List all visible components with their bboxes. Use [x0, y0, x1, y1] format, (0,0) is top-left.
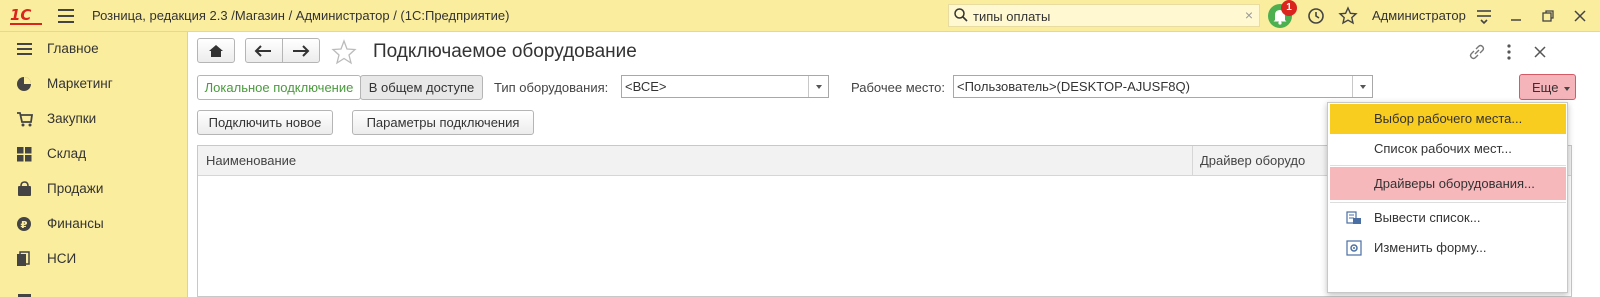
- partial-item-icon: [18, 294, 31, 297]
- cart-icon: [17, 112, 33, 127]
- column-header-driver[interactable]: Драйвер оборудо: [1200, 153, 1305, 168]
- sidebar-item-label: Закупки: [47, 111, 97, 126]
- back-arrow-icon[interactable]: [253, 44, 273, 58]
- page-title: Подключаемое оборудование: [373, 41, 637, 62]
- menu-item-label: Вывести список...: [1374, 210, 1481, 225]
- app-title: Розница, редакция 2.3 /Магазин / Админис…: [92, 8, 510, 23]
- form-settings-icon: [1346, 240, 1362, 256]
- chevron-down-icon[interactable]: [808, 76, 828, 97]
- sidebar-item-label: НСИ: [47, 251, 77, 266]
- chevron-down-icon: [1564, 87, 1570, 91]
- close-form-icon[interactable]: [1532, 44, 1548, 60]
- sidebar-item-purchases[interactable]: Закупки: [0, 104, 188, 134]
- books-icon: [17, 251, 30, 266]
- equipment-type-value: <ВСЕ>: [625, 79, 667, 94]
- user-name[interactable]: Администратор: [1372, 8, 1466, 23]
- menu-item-label: Изменить форму...: [1374, 240, 1487, 255]
- connection-params-button[interactable]: Параметры подключения: [352, 110, 534, 135]
- add-to-favorites-star-icon[interactable]: [331, 39, 357, 65]
- main-menu-icon[interactable]: [58, 9, 74, 23]
- home-button[interactable]: [197, 38, 235, 63]
- settings-lines-icon[interactable]: [1474, 6, 1494, 26]
- menu-lines-icon: [17, 43, 32, 55]
- search-input[interactable]: [973, 7, 1233, 25]
- favorites-star-icon[interactable]: [1338, 6, 1358, 26]
- notifications-count-badge: 1: [1281, 0, 1297, 16]
- menu-item-label: Выбор рабочего места...: [1374, 111, 1523, 126]
- column-divider: [1192, 146, 1193, 176]
- sidebar-item-main[interactable]: Главное: [0, 34, 188, 64]
- grid-icon: [17, 147, 32, 162]
- clear-search-icon[interactable]: ×: [1245, 7, 1253, 23]
- sidebar-item-marketing[interactable]: Маркетинг: [0, 69, 188, 99]
- menu-item-change-form[interactable]: Изменить форму...: [1330, 233, 1566, 263]
- svg-text:₽: ₽: [21, 220, 28, 231]
- sidebar-item-label: Склад: [47, 146, 87, 161]
- workplace-value: <Пользователь>(DESKTOP-AJUSF8Q): [957, 79, 1190, 94]
- workplace-label: Рабочее место:: [851, 80, 946, 95]
- logo-underline: [10, 23, 42, 25]
- menu-item-workplace-list[interactable]: Список рабочих мест...: [1330, 134, 1566, 164]
- sidebar-item-label: Маркетинг: [47, 76, 113, 91]
- sidebar-item-partial[interactable]: [0, 279, 188, 297]
- close-window-icon[interactable]: [1570, 6, 1590, 26]
- title-bar: 1С Розница, редакция 2.3 /Магазин / Адми…: [0, 0, 1600, 32]
- sidebar-item-sales[interactable]: Продажи: [0, 174, 188, 204]
- print-list-icon: [1346, 211, 1361, 224]
- more-menu: Выбор рабочего места... Список рабочих м…: [1327, 102, 1568, 293]
- connect-new-button[interactable]: Подключить новое: [197, 110, 333, 135]
- sidebar-item-finance[interactable]: ₽ Финансы: [0, 209, 188, 239]
- history-icon[interactable]: [1306, 6, 1326, 26]
- menu-item-label: Список рабочих мест...: [1374, 141, 1512, 156]
- link-icon[interactable]: [1468, 43, 1486, 61]
- sidebar-item-label: Финансы: [47, 216, 104, 231]
- minimize-icon[interactable]: [1506, 6, 1526, 26]
- nav-divider: [282, 39, 283, 62]
- more-button[interactable]: Еще: [1519, 74, 1576, 100]
- menu-item-output-list[interactable]: Вывести список...: [1330, 203, 1566, 233]
- home-icon: [209, 45, 223, 57]
- chevron-down-icon[interactable]: [1352, 76, 1372, 97]
- column-header-name[interactable]: Наименование: [206, 153, 296, 168]
- menu-item-select-workplace[interactable]: Выбор рабочего места...: [1330, 104, 1566, 134]
- sidebar-item-label: Главное: [47, 41, 99, 56]
- tab-local-connection[interactable]: Локальное подключение: [197, 75, 361, 100]
- sidebar-item-nsi[interactable]: НСИ: [0, 244, 188, 274]
- restore-window-icon[interactable]: [1538, 6, 1558, 26]
- equipment-type-label: Тип оборудования:: [494, 80, 609, 95]
- menu-item-label: Драйверы оборудования...: [1374, 176, 1535, 191]
- equipment-type-select[interactable]: <ВСЕ>: [621, 75, 829, 98]
- more-vertical-icon[interactable]: [1501, 43, 1517, 61]
- forward-arrow-icon[interactable]: [291, 44, 311, 58]
- sidebar-item-label: Продажи: [47, 181, 104, 196]
- more-button-label: Еще: [1532, 80, 1559, 95]
- coin-icon: ₽: [17, 217, 31, 231]
- sidebar: Главное Маркетинг Закупки Склад Продажи …: [0, 32, 188, 297]
- menu-item-equipment-drivers[interactable]: Драйверы оборудования...: [1330, 167, 1566, 200]
- bag-icon: [18, 181, 31, 196]
- sidebar-item-warehouse[interactable]: Склад: [0, 139, 188, 169]
- tab-shared-access[interactable]: В общем доступе: [360, 75, 483, 100]
- search-box[interactable]: ×: [948, 4, 1260, 27]
- search-icon: [954, 8, 968, 22]
- menu-separator: [1330, 165, 1566, 166]
- workplace-select[interactable]: <Пользователь>(DESKTOP-AJUSF8Q): [953, 75, 1373, 98]
- pie-chart-icon: [17, 77, 31, 91]
